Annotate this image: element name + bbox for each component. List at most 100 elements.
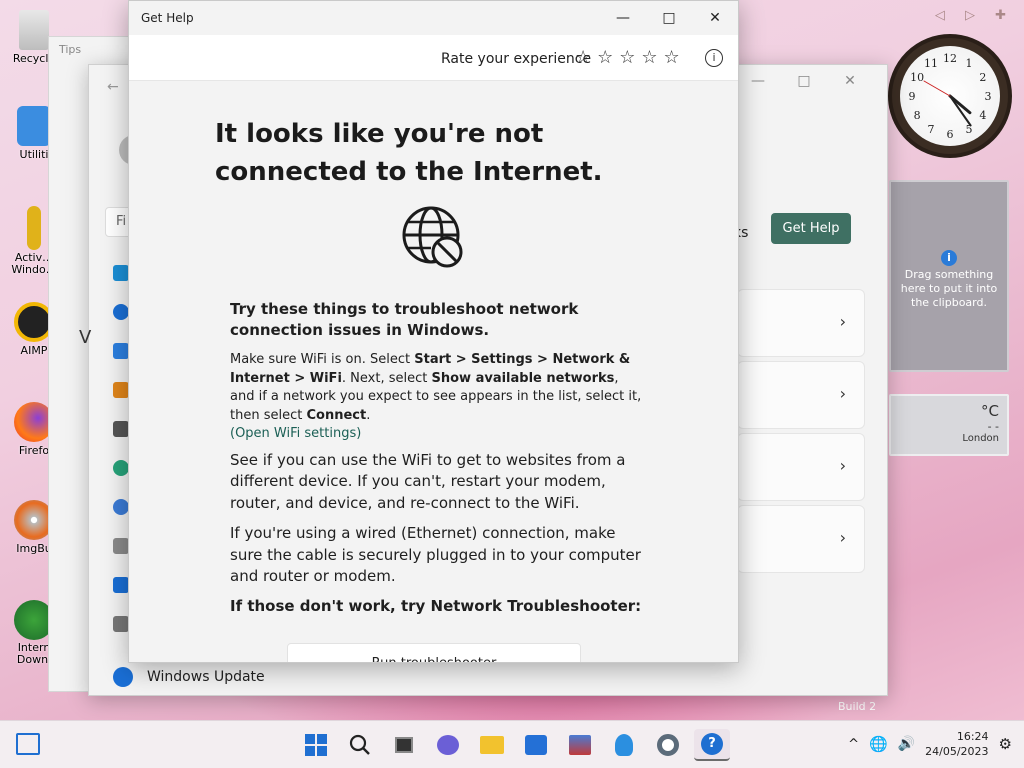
network-app-button[interactable]	[562, 729, 598, 761]
store-button[interactable]	[518, 729, 554, 761]
star-rating[interactable]: ☆☆☆☆☆	[575, 47, 686, 68]
minimize-icon[interactable]: —	[735, 73, 781, 89]
step-text: . Next, select	[341, 370, 432, 386]
chevron-right-icon: ›	[839, 384, 846, 403]
open-wifi-settings-link[interactable]: (Open WiFi settings)	[230, 426, 361, 441]
minimize-button[interactable]: —	[600, 1, 646, 35]
clipboard-gadget[interactable]: i Drag something here to put it into the…	[889, 180, 1009, 372]
clock-time: 16:24	[956, 730, 989, 743]
weather-city: London	[962, 433, 999, 444]
step-option: Show available networks	[431, 370, 615, 386]
chevron-right-icon: ›	[839, 456, 846, 475]
troubleshoot-subheading: Try these things to troubleshoot network…	[230, 300, 579, 339]
clipboard-message: Drag something here to put it into the c…	[900, 268, 998, 309]
windows-logo-icon	[305, 734, 327, 756]
task-view-button[interactable]	[386, 729, 422, 761]
clock-numeral: 12	[943, 52, 957, 65]
clock-date: 24/05/2023	[925, 745, 989, 758]
taskbar: ? ^ 🌐 🔊 16:24 24/05/2023 ⚙	[0, 720, 1024, 768]
volume-icon[interactable]: 🔊	[898, 736, 915, 752]
step-connect: Connect	[306, 407, 367, 423]
info-icon[interactable]: i	[705, 49, 723, 67]
clock-second-hand	[923, 80, 951, 97]
notification-icon[interactable]: ⚙	[999, 735, 1012, 753]
no-internet-globe-icon	[402, 206, 463, 268]
settings-window-controls: — □ ✕	[735, 73, 873, 89]
sidebar-item-windows-update[interactable]: Windows Update	[113, 667, 265, 687]
system-icon[interactable]	[113, 265, 129, 281]
step-text: Make sure WiFi is on. Select	[230, 352, 415, 367]
chevron-right-icon: ›	[839, 528, 846, 547]
settings-side-letter: V	[79, 327, 92, 348]
key-icon	[27, 206, 41, 250]
close-icon[interactable]: ✕	[827, 73, 873, 89]
weather-value: - -	[987, 420, 999, 433]
settings-card[interactable]: ›	[737, 433, 865, 501]
start-button[interactable]	[298, 729, 334, 761]
accessibility-icon[interactable]	[113, 577, 129, 593]
clock-face: 12 1 2 3 4 5 6 7 8 9 10 11	[900, 46, 1000, 146]
settings-card[interactable]: ›	[737, 289, 865, 357]
recycle-bin-icon	[19, 10, 49, 50]
back-arrow-icon[interactable]: ←	[107, 79, 119, 95]
taskbar-clock[interactable]: 16:24 24/05/2023	[925, 729, 988, 759]
tray-chevron-up-icon[interactable]: ^	[848, 737, 859, 752]
clock-numeral: 10	[910, 71, 924, 84]
clock-dial: 12 1234567891011	[909, 52, 992, 141]
rate-experience-label: Rate your experience	[441, 51, 592, 67]
apps-icon[interactable]	[113, 421, 129, 437]
info-icon: i	[941, 250, 957, 266]
network-computers-icon	[569, 735, 591, 755]
troubleshoot-content: Try these things to troubleshoot network…	[230, 299, 642, 615]
get-help-button[interactable]: Get Help	[771, 213, 851, 244]
accounts-icon[interactable]	[113, 460, 129, 476]
wifi-step: Make sure WiFi is on. Select Start > Set…	[230, 351, 642, 444]
window-title: Get Help	[141, 11, 194, 25]
run-troubleshooter-button[interactable]: Run troubleshooter	[287, 643, 581, 662]
windows-update-label: Windows Update	[147, 669, 265, 685]
language-globe-icon[interactable]: 🌐	[869, 735, 888, 753]
search-icon	[349, 734, 370, 755]
task-view-icon	[395, 737, 413, 753]
weather-gadget[interactable]: °C - - London	[889, 394, 1009, 456]
folder-icon	[17, 106, 51, 146]
store-icon	[525, 735, 547, 755]
windows-update-icon	[113, 667, 133, 687]
gaming-icon[interactable]	[113, 538, 129, 554]
rating-bar: Rate your experience ☆☆☆☆☆ i	[129, 35, 738, 81]
tips-button[interactable]	[606, 729, 642, 761]
system-tray: ^ 🌐 🔊 16:24 24/05/2023 ⚙	[848, 729, 1012, 759]
settings-card[interactable]: ›	[737, 505, 865, 573]
personalization-icon[interactable]	[113, 382, 129, 398]
clock-numeral: 3	[985, 90, 992, 103]
analog-clock-gadget: 12 1 2 3 4 5 6 7 8 9 10 11	[888, 34, 1012, 158]
title-bar[interactable]: Get Help — □ ✕	[129, 1, 738, 35]
clock-numeral: 2	[979, 71, 986, 84]
clock-numeral: 1	[966, 57, 973, 70]
clock-numeral: 7	[928, 123, 935, 136]
window-controls: — □ ✕	[600, 1, 738, 35]
page-title: It looks like you're not connected to th…	[215, 119, 603, 187]
bluetooth-icon[interactable]	[113, 304, 129, 320]
settings-card[interactable]: ›	[737, 361, 865, 429]
time-language-icon[interactable]	[113, 499, 129, 515]
teams-chat-button[interactable]	[430, 729, 466, 761]
search-button[interactable]	[342, 729, 378, 761]
settings-button[interactable]	[650, 729, 686, 761]
get-help-taskbar-button[interactable]: ?	[694, 729, 730, 761]
other-device-paragraph: See if you can use the WiFi to get to we…	[230, 450, 626, 512]
maximize-icon[interactable]: □	[781, 73, 827, 89]
file-explorer-button[interactable]	[474, 729, 510, 761]
help-icon: ?	[701, 733, 723, 755]
maximize-button[interactable]: □	[646, 1, 692, 35]
gear-icon	[657, 734, 679, 756]
get-help-window[interactable]: Get Help — □ ✕ Rate your experience ☆☆☆☆…	[128, 0, 739, 663]
gadget-nav-arrows[interactable]: ◁ ▷ ✚	[935, 8, 1014, 23]
clock-numeral: 9	[909, 90, 916, 103]
close-button[interactable]: ✕	[692, 1, 738, 35]
privacy-security-icon[interactable]	[113, 616, 129, 632]
network-icon[interactable]	[113, 343, 129, 359]
clock-numeral: 6	[947, 128, 954, 141]
show-desktop-icon[interactable]	[16, 733, 40, 755]
clock-numeral: 11	[924, 57, 938, 70]
